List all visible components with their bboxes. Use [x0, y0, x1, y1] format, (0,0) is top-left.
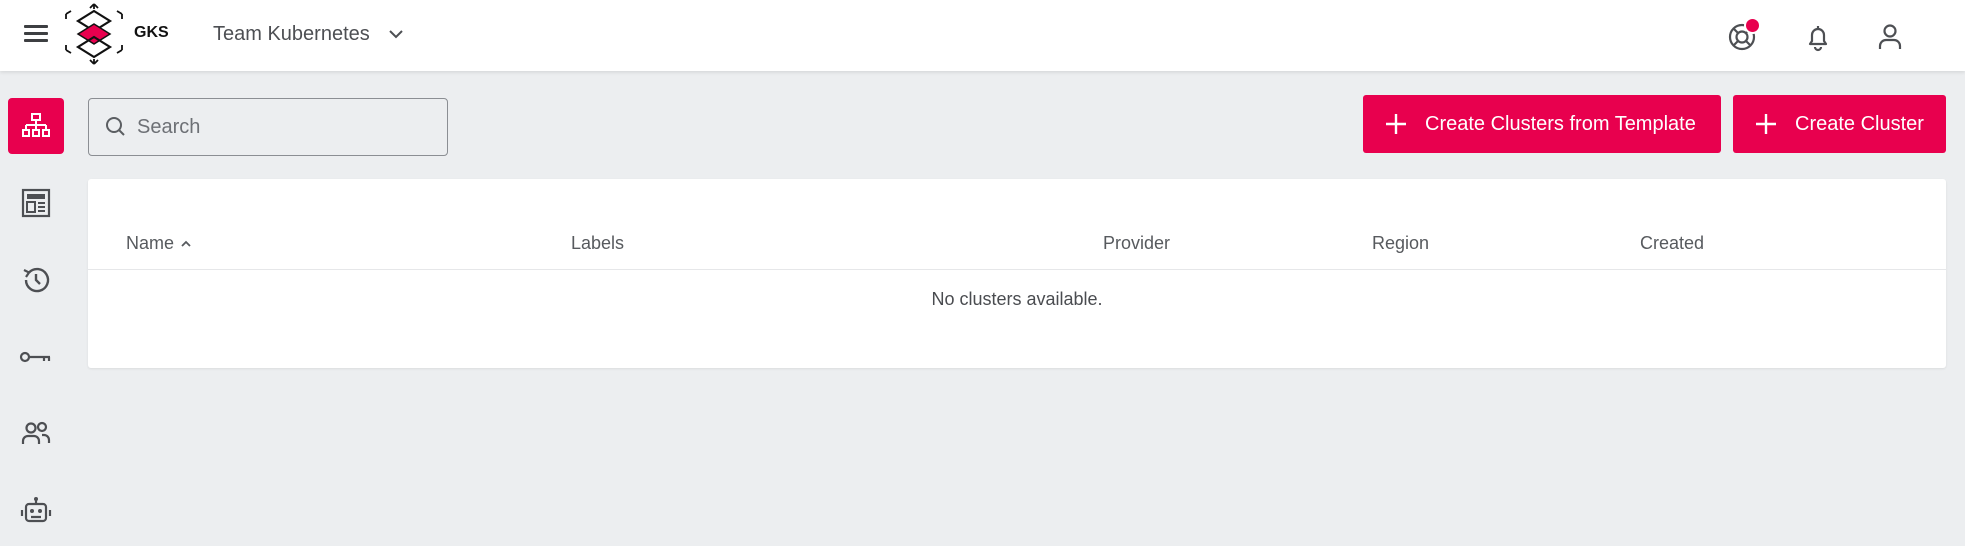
search-box[interactable]	[88, 98, 448, 156]
sidebar-item-ssh-keys[interactable]	[8, 329, 64, 385]
sidebar-item-clusters[interactable]	[8, 98, 64, 154]
search-icon	[106, 117, 125, 136]
gks-logo-icon[interactable]	[62, 2, 132, 66]
top-bar: GKS Team Kubernetes	[0, 0, 1965, 71]
clusters-table: Name Labels Provider Region Created No c…	[88, 179, 1946, 368]
people-icon	[21, 421, 51, 444]
column-header-created[interactable]: Created	[1640, 233, 1704, 254]
create-cluster-label: Create Cluster	[1795, 112, 1924, 135]
column-header-labels: Labels	[571, 233, 625, 253]
sidebar-item-history[interactable]	[8, 252, 64, 308]
plus-icon	[1756, 114, 1776, 134]
dashboard-icon	[21, 188, 51, 218]
column-header-name[interactable]: Name	[126, 233, 192, 254]
search-input[interactable]	[137, 115, 417, 139]
menu-icon[interactable]	[20, 20, 52, 48]
header-divider	[88, 269, 1946, 270]
plus-icon	[1386, 114, 1406, 134]
sidebar	[0, 71, 72, 546]
sidebar-item-templates[interactable]	[8, 175, 64, 231]
create-clusters-from-template-label: Create Clusters from Template	[1425, 112, 1696, 135]
chevron-down-icon	[389, 30, 403, 39]
create-clusters-from-template-button[interactable]: Create Clusters from Template	[1363, 95, 1721, 153]
empty-state-message: No clusters available.	[931, 289, 1103, 309]
sidebar-item-service-accounts[interactable]	[8, 483, 64, 539]
column-header-region[interactable]: Region	[1372, 233, 1429, 254]
team-selector[interactable]: Team Kubernetes	[213, 20, 404, 48]
sidebar-item-members[interactable]	[8, 406, 64, 462]
sitemap-icon	[22, 113, 50, 137]
bell-icon[interactable]	[1801, 20, 1835, 54]
column-header-provider[interactable]: Provider	[1103, 233, 1170, 254]
logo-text: GKS	[134, 24, 169, 41]
sort-ascending-icon	[181, 240, 191, 247]
create-cluster-button[interactable]: Create Cluster	[1733, 95, 1946, 153]
key-icon	[19, 351, 51, 363]
notification-badge	[1744, 17, 1761, 34]
history-icon	[23, 267, 50, 293]
robot-icon	[20, 497, 52, 523]
user-icon[interactable]	[1873, 20, 1907, 54]
team-name: Team Kubernetes	[213, 22, 370, 45]
column-header-name-label: Name	[126, 233, 175, 253]
